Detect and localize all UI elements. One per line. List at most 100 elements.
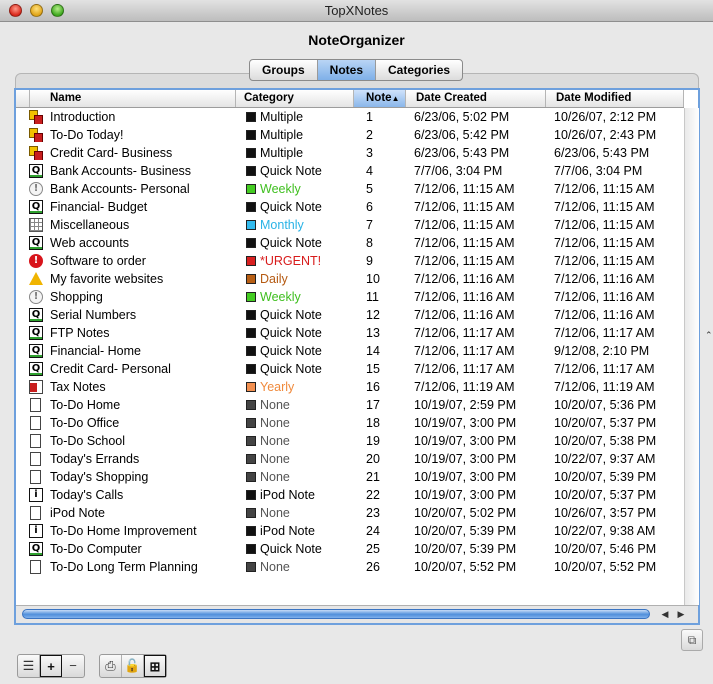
horizontal-scroll-thumb[interactable] xyxy=(22,609,650,619)
table-row[interactable]: i Today's Calls iPod Note 22 10/19/07, 3:00 … xyxy=(16,486,684,504)
ipod-note-icon: i xyxy=(29,488,43,502)
add-button[interactable]: + xyxy=(40,655,62,677)
list-view-icon: ☰ xyxy=(22,658,35,673)
category-swatch xyxy=(246,562,256,572)
header-name[interactable]: Name xyxy=(30,90,236,107)
tab-notes[interactable]: Notes xyxy=(317,60,377,80)
remove-button[interactable]: − xyxy=(62,655,84,677)
table-row[interactable]: Q To-Do Computer Quick Note 25 10/20/07, 5:3… xyxy=(16,540,684,558)
note-name: To-Do Home xyxy=(50,398,121,412)
table-row[interactable]: Miscellaneous Monthly 7 7/12/06, 11:15 AM 7/… xyxy=(16,216,684,234)
table-row[interactable]: Tax Notes Yearly 16 7/12/06, 11:19 AM 7/12/0… xyxy=(16,378,684,396)
row-icon-cell xyxy=(29,470,43,484)
note-date-modified: 7/12/06, 11:16 AM xyxy=(554,290,655,304)
header-date-created[interactable]: Date Created xyxy=(406,90,546,107)
table-row[interactable]: Q Credit Card- Personal Quick Note 15 7/12/0… xyxy=(16,360,684,378)
table-row[interactable]: i To-Do Home Improvement iPod Note 24 10/20/… xyxy=(16,522,684,540)
note-number: 23 xyxy=(366,506,380,520)
header-note[interactable]: Note▲ xyxy=(354,90,406,107)
table-row[interactable]: Today's Shopping None 21 10/19/07, 3:00 PM 1… xyxy=(16,468,684,486)
note-category: Daily xyxy=(260,272,288,286)
note-category: iPod Note xyxy=(260,524,315,538)
note-category: Quick Note xyxy=(260,236,322,250)
note-number: 18 xyxy=(366,416,380,430)
note-date-created: 10/19/07, 3:00 PM xyxy=(414,416,517,430)
table-row[interactable]: ! Bank Accounts- Personal Weekly 5 7/12/06, … xyxy=(16,180,684,198)
note-category: Multiple xyxy=(260,128,304,142)
note-category: None xyxy=(260,506,290,520)
note-date-created: 7/12/06, 11:15 AM xyxy=(414,236,515,250)
table-row[interactable]: Q Bank Accounts- Business Quick Note 4 7/7/0… xyxy=(16,162,684,180)
note-date-created: 6/23/06, 5:02 PM xyxy=(414,110,510,124)
note-date-created: 7/12/06, 11:15 AM xyxy=(414,182,515,196)
note-number: 15 xyxy=(366,362,380,376)
category-swatch xyxy=(246,418,256,428)
table-row[interactable]: To-Do Long Term Planning None 26 10/20/07, … xyxy=(16,558,684,576)
note-date-created: 7/12/06, 11:17 AM xyxy=(414,362,515,376)
document-icon xyxy=(30,560,41,574)
table-row[interactable]: To-Do Home None 17 10/19/07, 2:59 PM 10/20/0… xyxy=(16,396,684,414)
add-note-button[interactable]: ⊞ xyxy=(144,655,166,677)
header-icon-column[interactable] xyxy=(16,90,30,107)
table-row[interactable]: My favorite websites Daily 10 7/12/06, 11:1… xyxy=(16,270,684,288)
note-number: 10 xyxy=(366,272,380,286)
note-date-modified: 6/23/06, 5:43 PM xyxy=(554,146,650,160)
note-date-created: 10/19/07, 2:59 PM xyxy=(414,398,517,412)
header-date-modified[interactable]: Date Modified xyxy=(546,90,684,107)
vertical-scrollbar[interactable] xyxy=(684,108,699,605)
row-icon-cell: Q xyxy=(29,308,43,322)
note-name: Credit Card- Business xyxy=(50,146,173,160)
table-row[interactable]: Q Financial- Budget Quick Note 6 7/12/06, 11… xyxy=(16,198,684,216)
table-row[interactable]: iPod Note None 23 10/20/07, 5:02 PM 10/26/07… xyxy=(16,504,684,522)
scroll-left-arrow-icon[interactable]: ◀ xyxy=(658,607,672,621)
header-category[interactable]: Category xyxy=(236,90,354,107)
table-row[interactable]: Q Web accounts Quick Note 8 7/12/06, 11:15 A… xyxy=(16,234,684,252)
note-category: Monthly xyxy=(260,218,304,232)
note-name: My favorite websites xyxy=(50,272,164,286)
table-row[interactable]: To-Do Office None 18 10/19/07, 3:00 PM 10/20… xyxy=(16,414,684,432)
table-row[interactable]: Today's Errands None 20 10/19/07, 3:00 PM 10… xyxy=(16,450,684,468)
title-bar: TopXNotes xyxy=(0,0,713,22)
row-icon-cell: Q xyxy=(29,542,43,556)
note-category: *URGENT! xyxy=(260,254,322,268)
list-view-button[interactable]: ☰ xyxy=(18,655,40,677)
note-date-modified: 10/22/07, 9:37 AM xyxy=(554,452,656,466)
urgent-icon: ! xyxy=(29,254,43,268)
table-row[interactable]: Q Serial Numbers Quick Note 12 7/12/06, 11:1… xyxy=(16,306,684,324)
quick-note-icon: Q xyxy=(29,326,43,340)
row-icon-cell xyxy=(29,452,43,466)
multi-icon xyxy=(29,128,43,142)
grid-icon xyxy=(29,218,43,232)
note-name: Financial- Budget xyxy=(50,200,148,214)
table-row[interactable]: Introduction Multiple 1 6/23/06, 5:02 PM 10/… xyxy=(16,108,684,126)
table-row[interactable]: Credit Card- Business Multiple 3 6/23/06, 5… xyxy=(16,144,684,162)
note-date-modified: 7/12/06, 11:17 AM xyxy=(554,326,655,340)
tab-groups[interactable]: Groups xyxy=(250,60,318,80)
note-name: iPod Note xyxy=(50,506,105,520)
horizontal-scrollbar[interactable]: ◀ ▶ xyxy=(16,605,698,623)
bottom-toolbar: ☰ + − ⎙ 🔓 ⊞ xyxy=(0,648,713,684)
table-row[interactable]: To-Do Today! Multiple 2 6/23/06, 5:42 PM 10/… xyxy=(16,126,684,144)
toolbar-group-left: ☰ + − xyxy=(17,654,85,678)
scroll-right-arrow-icon[interactable]: ▶ xyxy=(674,607,688,621)
row-icon-cell: i xyxy=(29,488,43,502)
table-row[interactable]: ! Software to order *URGENT! 9 7/12/06, 11:1… xyxy=(16,252,684,270)
tab-categories[interactable]: Categories xyxy=(376,60,462,80)
note-category: Quick Note xyxy=(260,326,322,340)
note-date-created: 10/20/07, 5:52 PM xyxy=(414,560,517,574)
note-category: Weekly xyxy=(260,290,301,304)
table-row[interactable]: Q FTP Notes Quick Note 13 7/12/06, 11:17 AM 7… xyxy=(16,324,684,342)
table-row[interactable]: Q Financial- Home Quick Note 14 7/12/06, 11:… xyxy=(16,342,684,360)
row-icon-cell xyxy=(29,398,43,412)
category-swatch xyxy=(246,328,256,338)
note-category: Multiple xyxy=(260,110,304,124)
lock-button[interactable]: 🔓 xyxy=(122,655,144,677)
note-category: Quick Note xyxy=(260,164,322,178)
note-date-created: 6/23/06, 5:43 PM xyxy=(414,146,510,160)
table-row[interactable]: To-Do School None 19 10/19/07, 3:00 PM 10/20… xyxy=(16,432,684,450)
print-button[interactable]: ⎙ xyxy=(100,655,122,677)
row-icon-cell xyxy=(29,146,43,160)
table-row[interactable]: ! Shopping Weekly 11 7/12/06, 11:16 AM 7/12/0… xyxy=(16,288,684,306)
row-icon-cell xyxy=(29,380,43,394)
row-icon-cell: ! xyxy=(29,182,43,196)
